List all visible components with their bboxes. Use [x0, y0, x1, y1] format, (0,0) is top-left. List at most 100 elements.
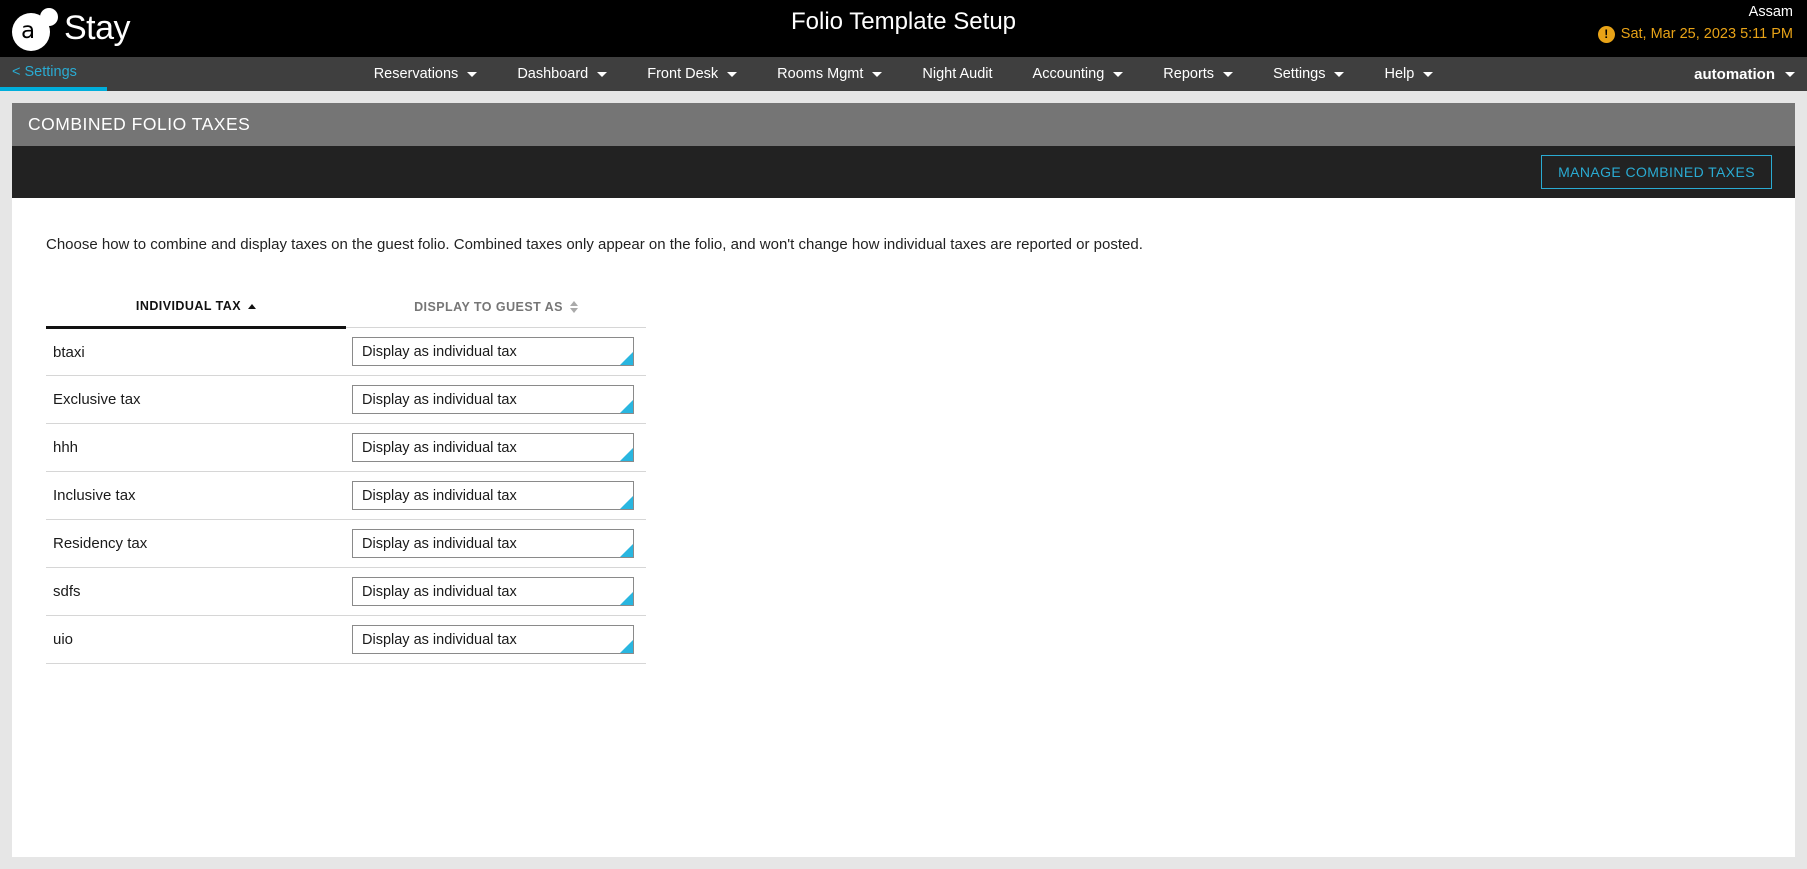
dropdown-corner-icon — [620, 640, 633, 653]
nav-item-help[interactable]: Help — [1364, 57, 1453, 91]
table-row: sdfs Display as individual tax — [46, 567, 646, 616]
nav-menu: Reservations Dashboard Front Desk Rooms … — [354, 57, 1454, 91]
table-row: Inclusive tax Display as individual tax — [46, 471, 646, 520]
nav-label: Reservations — [373, 66, 459, 82]
select-value: Display as individual tax — [362, 535, 517, 552]
page-background: COMBINED FOLIO TAXES MANAGE COMBINED TAX… — [0, 91, 1807, 869]
table-body: btaxi Display as individual tax Exclusiv… — [46, 327, 646, 664]
table-header-row: INDIVIDUAL TAX DISPLAY TO GUEST AS — [46, 299, 646, 329]
nav-label: Accounting — [1032, 66, 1105, 82]
tax-name-cell: Exclusive tax — [46, 375, 346, 424]
panel-header: COMBINED FOLIO TAXES — [12, 103, 1795, 146]
chevron-down-icon — [597, 71, 608, 77]
select-value: Display as individual tax — [362, 583, 517, 600]
nav-label: Settings — [1273, 66, 1326, 82]
date-time-row: ! Sat, Mar 25, 2023 5:11 PM — [1597, 25, 1793, 45]
display-as-select[interactable]: Display as individual tax — [352, 337, 634, 366]
user-menu[interactable]: automation — [1694, 57, 1795, 91]
chevron-down-icon — [727, 71, 738, 77]
chevron-down-icon — [1113, 71, 1124, 77]
nav-label: Front Desk — [647, 66, 719, 82]
nav-label: Reports — [1163, 66, 1215, 82]
nav-item-reservations[interactable]: Reservations — [354, 57, 498, 91]
main-navbar: < Settings Reservations Dashboard Front … — [0, 57, 1807, 91]
tax-name-cell: sdfs — [46, 567, 346, 616]
nav-label: Dashboard — [517, 66, 589, 82]
table-row: Residency tax Display as individual tax — [46, 519, 646, 568]
nav-label: Night Audit — [922, 66, 993, 82]
dropdown-corner-icon — [620, 352, 633, 365]
dropdown-corner-icon — [620, 400, 633, 413]
display-as-select[interactable]: Display as individual tax — [352, 433, 634, 462]
column-header-display-to-guest-as[interactable]: DISPLAY TO GUEST AS — [346, 299, 646, 328]
sort-unsorted-icon — [569, 301, 578, 313]
current-datetime: Sat, Mar 25, 2023 5:11 PM — [1620, 25, 1793, 42]
display-select-cell: Display as individual tax — [346, 471, 646, 520]
dropdown-corner-icon — [620, 448, 633, 461]
property-name: Assam — [1748, 4, 1793, 20]
combined-folio-taxes-panel: COMBINED FOLIO TAXES MANAGE COMBINED TAX… — [12, 103, 1795, 857]
display-select-cell: Display as individual tax — [346, 615, 646, 664]
chevron-down-icon — [467, 71, 478, 77]
display-as-select[interactable]: Display as individual tax — [352, 577, 634, 606]
display-select-cell: Display as individual tax — [346, 519, 646, 568]
tax-name-cell: Residency tax — [46, 519, 346, 568]
manage-combined-taxes-button[interactable]: MANAGE COMBINED TAXES — [1541, 155, 1772, 189]
table-row: Exclusive tax Display as individual tax — [46, 375, 646, 424]
chevron-down-icon — [1334, 71, 1345, 77]
display-as-select[interactable]: Display as individual tax — [352, 385, 634, 414]
nav-item-settings[interactable]: Settings — [1253, 57, 1364, 91]
nav-label: Rooms Mgmt — [777, 66, 864, 82]
panel-action-bar: MANAGE COMBINED TAXES — [12, 146, 1795, 198]
select-value: Display as individual tax — [362, 343, 517, 360]
logo-dot-shape — [40, 7, 58, 26]
display-select-cell: Display as individual tax — [346, 423, 646, 472]
display-as-select[interactable]: Display as individual tax — [352, 481, 634, 510]
table-row: hhh Display as individual tax — [46, 423, 646, 472]
panel-description: Choose how to combine and display taxes … — [46, 236, 1143, 253]
nav-item-dashboard[interactable]: Dashboard — [497, 57, 627, 91]
table-head: INDIVIDUAL TAX DISPLAY TO GUEST AS — [46, 299, 646, 329]
back-to-settings-link[interactable]: < Settings — [0, 57, 107, 91]
display-as-select[interactable]: Display as individual tax — [352, 529, 634, 558]
table-row: uio Display as individual tax — [46, 615, 646, 664]
display-select-cell: Display as individual tax — [346, 375, 646, 424]
display-as-select[interactable]: Display as individual tax — [352, 625, 634, 654]
nav-item-rooms-mgmt[interactable]: Rooms Mgmt — [757, 57, 902, 91]
dropdown-corner-icon — [620, 592, 633, 605]
chevron-down-icon — [872, 71, 883, 77]
sort-ascending-icon — [248, 303, 257, 309]
chevron-down-icon — [1423, 71, 1434, 77]
select-value: Display as individual tax — [362, 631, 517, 648]
select-value: Display as individual tax — [362, 391, 517, 408]
select-value: Display as individual tax — [362, 439, 517, 456]
table-row: btaxi Display as individual tax — [46, 327, 646, 376]
warning-icon[interactable]: ! — [1597, 25, 1615, 43]
display-select-cell: Display as individual tax — [346, 327, 646, 376]
nav-label: Help — [1384, 66, 1415, 82]
column-label: INDIVIDUAL TAX — [135, 299, 242, 313]
app-logo[interactable]: a Stay — [0, 0, 131, 57]
nav-item-reports[interactable]: Reports — [1143, 57, 1253, 91]
header-right-info: Assam ! Sat, Mar 25, 2023 5:11 PM — [1597, 3, 1793, 45]
dropdown-corner-icon — [620, 496, 633, 509]
nav-item-front-desk[interactable]: Front Desk — [627, 57, 757, 91]
display-select-cell: Display as individual tax — [346, 567, 646, 616]
logo-mark-icon: a — [12, 7, 68, 51]
tax-name-cell: Inclusive tax — [46, 471, 346, 520]
panel-title: COMBINED FOLIO TAXES — [28, 114, 251, 134]
chevron-down-icon — [1223, 71, 1234, 77]
column-header-individual-tax[interactable]: INDIVIDUAL TAX — [46, 299, 346, 329]
column-label: DISPLAY TO GUEST AS — [414, 300, 563, 314]
panel-content: Choose how to combine and display taxes … — [12, 198, 1795, 857]
app-header: a Stay Folio Template Setup Assam ! Sat,… — [0, 0, 1807, 57]
logo-letter: a — [21, 17, 36, 44]
logo-wordmark: Stay — [64, 9, 131, 47]
nav-item-accounting[interactable]: Accounting — [1013, 57, 1144, 91]
combined-taxes-table: INDIVIDUAL TAX DISPLAY TO GUEST AS btaxi… — [46, 299, 646, 664]
tax-name-cell: btaxi — [46, 327, 346, 376]
chevron-down-icon — [1785, 71, 1795, 77]
page-title: Folio Template Setup — [790, 8, 1017, 35]
nav-item-night-audit[interactable]: Night Audit — [902, 57, 1012, 91]
dropdown-corner-icon — [620, 544, 633, 557]
